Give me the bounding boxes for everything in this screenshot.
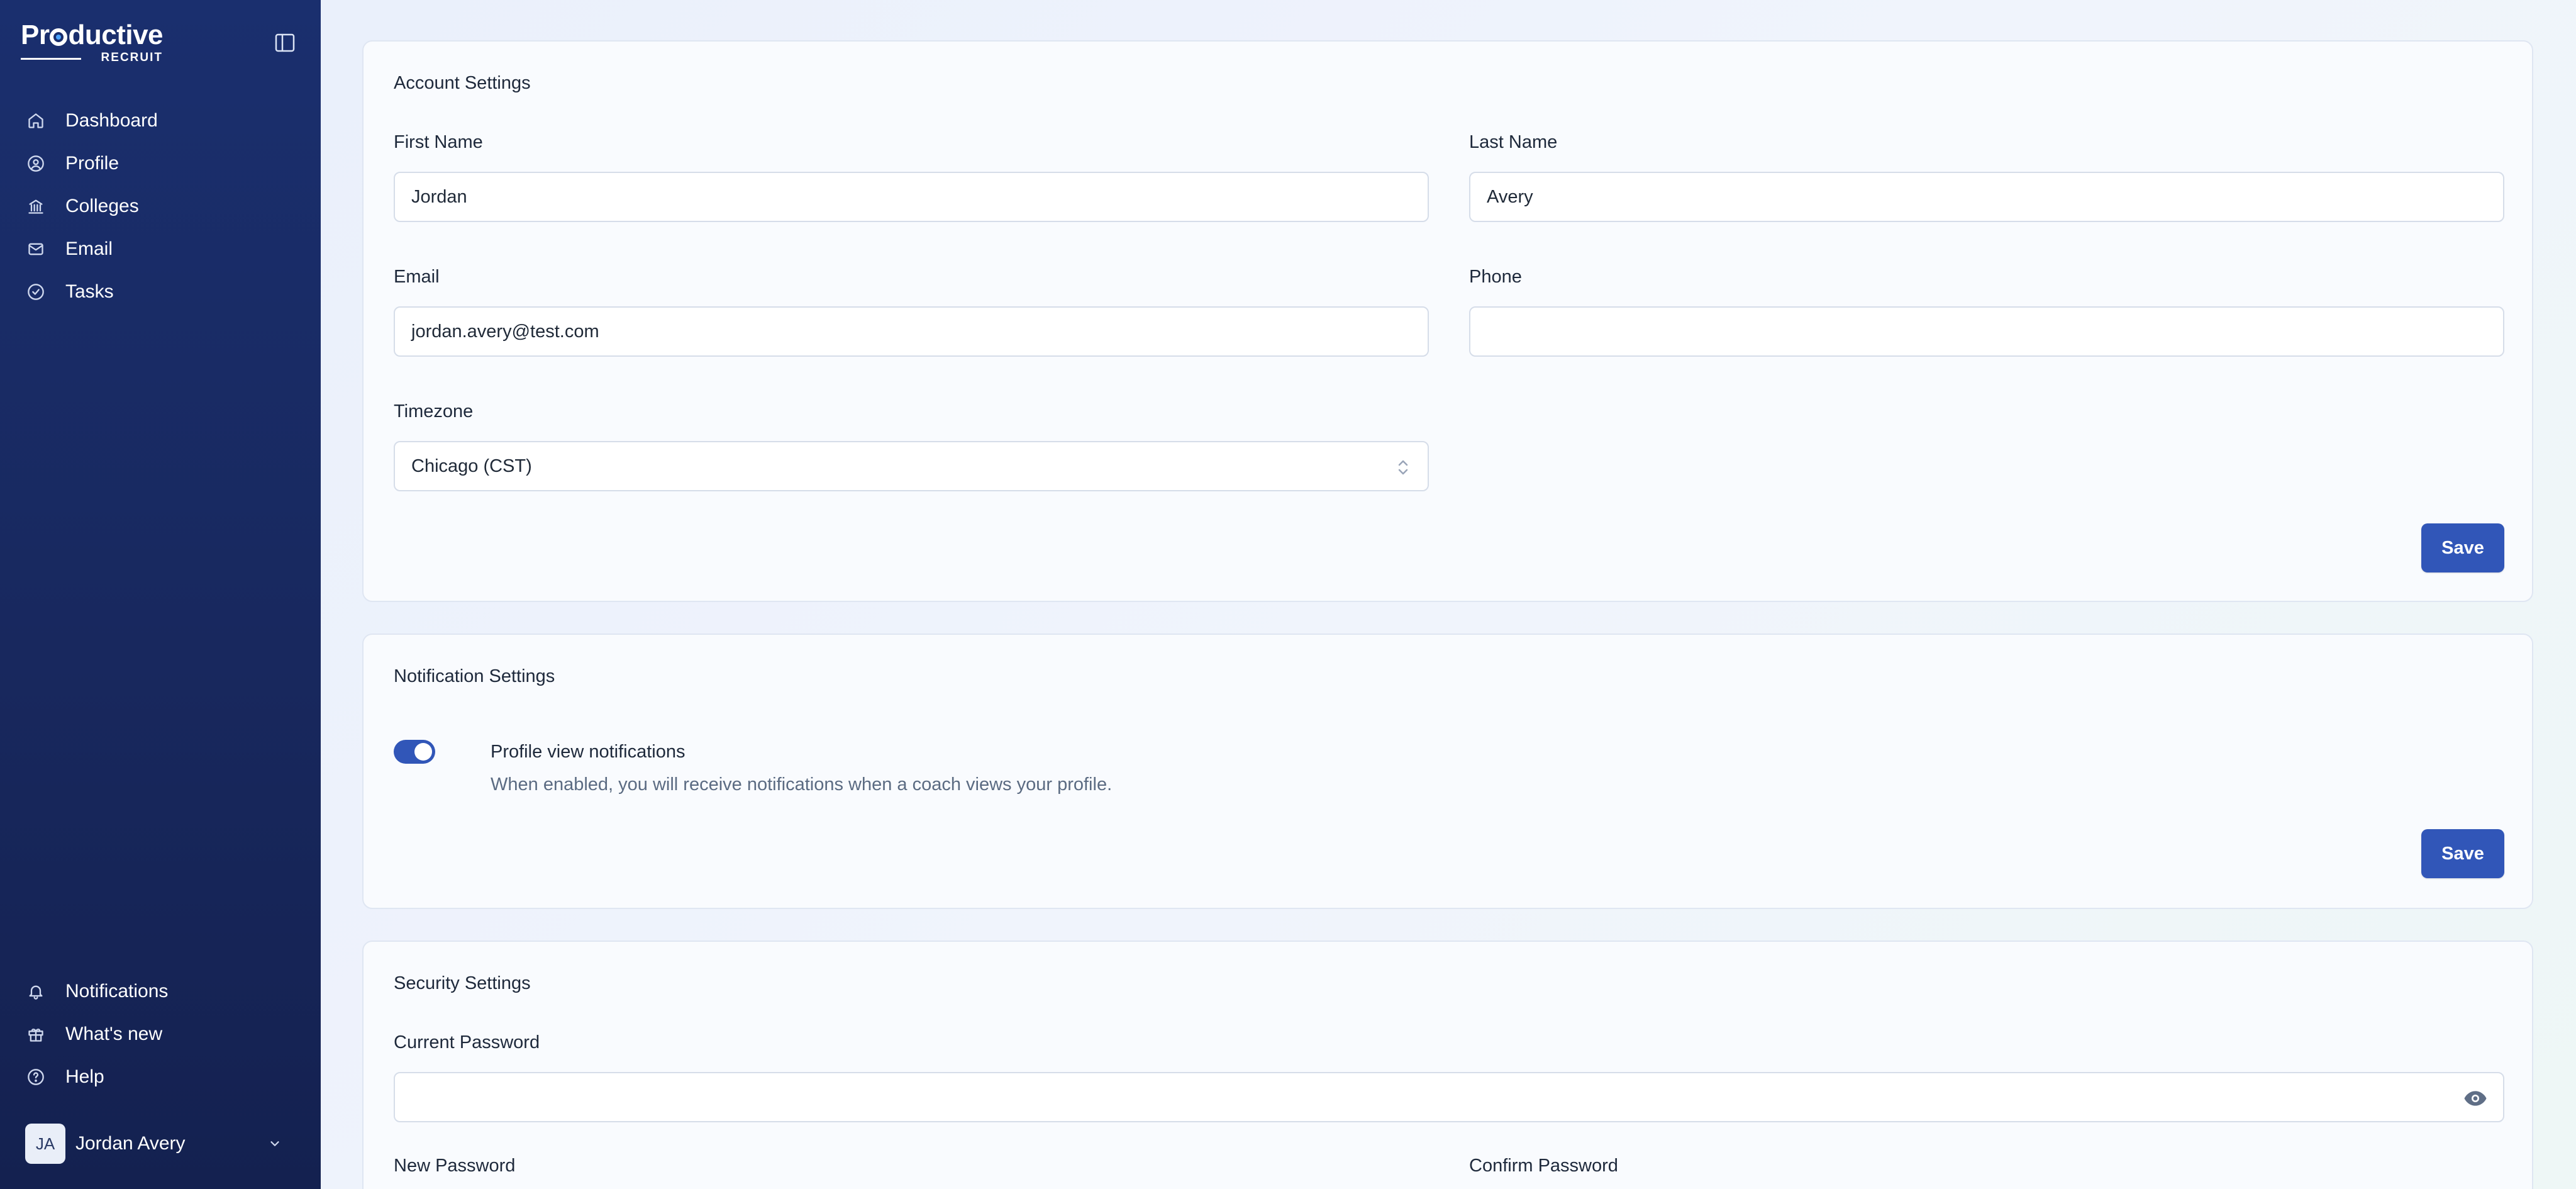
notification-settings-card: Notification Settings Profile view notif…: [362, 634, 2533, 909]
phone-field[interactable]: [1469, 306, 2504, 357]
sidebar-item-label: Email: [65, 238, 113, 259]
timezone-select[interactable]: Chicago (CST): [394, 441, 1429, 491]
sidebar: Pr ductive RECRUIT Dashboard Profile Col…: [0, 0, 321, 1189]
check-circle-icon: [25, 281, 47, 303]
sidebar-item-label: Profile: [65, 153, 119, 174]
sidebar-item-label: What's new: [65, 1024, 163, 1044]
brand-subtitle: RECRUIT: [21, 51, 163, 64]
user-menu[interactable]: JA Jordan Avery: [25, 1123, 289, 1164]
eye-icon[interactable]: [2462, 1085, 2489, 1112]
profile-view-toggle-desc: When enabled, you will receive notificat…: [491, 774, 1113, 795]
sidebar-item-label: Colleges: [65, 196, 139, 216]
security-settings-card: Security Settings Current Password New P…: [362, 941, 2533, 1189]
security-settings-title: Security Settings: [394, 973, 531, 993]
timezone-label: Timezone: [394, 401, 474, 421]
sidebar-item-label: Tasks: [65, 281, 114, 302]
brand-sub-label: RECRUIT: [101, 51, 163, 64]
last-name-label: Last Name: [1469, 132, 1558, 152]
sidebar-item-notifications[interactable]: Notifications: [25, 970, 302, 1013]
sidebar-item-label: Dashboard: [65, 110, 158, 131]
sidebar-toggle-button[interactable]: [272, 30, 297, 55]
user-circle-icon: [25, 153, 47, 174]
profile-view-toggle[interactable]: [394, 740, 435, 764]
gift-icon: [25, 1024, 47, 1045]
chevron-down-icon: [264, 1133, 286, 1154]
account-settings-card: Account Settings First Name Jordan Last …: [362, 40, 2533, 602]
home-icon: [25, 110, 47, 131]
timezone-value: Chicago (CST): [411, 455, 532, 476]
sidebar-bottom-nav: Notifications What's new Help: [25, 970, 302, 1098]
sidebar-item-tasks[interactable]: Tasks: [25, 271, 302, 313]
profile-view-toggle-label: Profile view notifications: [491, 742, 686, 762]
avatar: JA: [25, 1124, 65, 1164]
brand-wordmark: Pr ductive: [21, 20, 164, 50]
sidebar-panel-icon: [275, 33, 295, 52]
user-name: Jordan Avery: [75, 1133, 186, 1154]
first-name-label: First Name: [394, 132, 483, 152]
first-name-field[interactable]: Jordan: [394, 172, 1429, 222]
mail-icon: [25, 238, 47, 260]
select-chevron-icon: [1398, 460, 1408, 475]
notification-settings-title: Notification Settings: [394, 666, 555, 686]
notification-save-button[interactable]: Save: [2421, 829, 2504, 878]
bell-icon: [25, 981, 47, 1002]
sidebar-item-label: Help: [65, 1066, 104, 1087]
sidebar-nav: Dashboard Profile Colleges Email Tasks: [25, 99, 302, 313]
main-content: Account Settings First Name Jordan Last …: [321, 0, 2576, 1189]
help-circle-icon: [25, 1066, 47, 1088]
sidebar-item-dashboard[interactable]: Dashboard: [25, 99, 302, 142]
email-label: Email: [394, 267, 440, 287]
account-save-button[interactable]: Save: [2421, 523, 2504, 572]
sidebar-item-profile[interactable]: Profile: [25, 142, 302, 185]
last-name-field[interactable]: Avery: [1469, 172, 2504, 222]
app-root: Pr ductive RECRUIT Dashboard Profile Col…: [0, 0, 2576, 1189]
brand-logo[interactable]: Pr ductive RECRUIT: [21, 21, 184, 65]
sidebar-item-colleges[interactable]: Colleges: [25, 185, 302, 228]
sidebar-item-whats-new[interactable]: What's new: [25, 1013, 302, 1056]
email-field[interactable]: jordan.avery@test.com: [394, 306, 1429, 357]
confirm-password-label: Confirm Password: [1469, 1156, 1618, 1176]
phone-label: Phone: [1469, 267, 1522, 287]
sidebar-item-help[interactable]: Help: [25, 1056, 302, 1098]
current-password-field[interactable]: [394, 1072, 2504, 1122]
current-password-label: Current Password: [394, 1032, 540, 1052]
building-icon: [25, 196, 47, 217]
new-password-label: New Password: [394, 1156, 516, 1176]
account-settings-title: Account Settings: [394, 73, 531, 93]
logo-o-mark: [50, 28, 68, 46]
sidebar-item-label: Notifications: [65, 981, 169, 1002]
sidebar-item-email[interactable]: Email: [25, 228, 302, 271]
